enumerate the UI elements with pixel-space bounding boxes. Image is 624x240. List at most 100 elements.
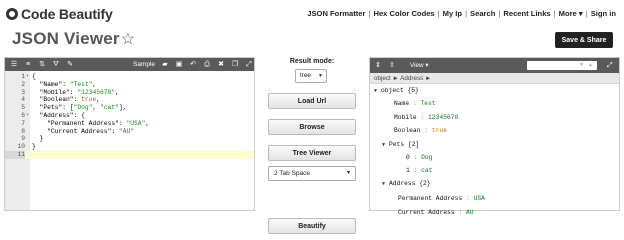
view-mode-dropdown[interactable]: View ▾ — [410, 61, 428, 70]
tree-field[interactable]: Boolean : true — [394, 127, 447, 134]
breadcrumb[interactable]: object ► Address ► — [370, 73, 619, 84]
code-line[interactable]: 8 "Current Address": "AU" — [5, 128, 254, 136]
filter-icon[interactable]: ⛛ — [52, 60, 60, 69]
tree-node[interactable]: ▼ object {5} — [374, 87, 419, 94]
copy-icon[interactable]: ❐ — [231, 60, 239, 69]
load-url-button[interactable]: Load Url — [268, 93, 356, 109]
collapse-all-icon[interactable]: ⇳ — [389, 61, 395, 70]
code-line[interactable]: 6 ▾ "Address": { — [5, 112, 254, 120]
logo-icon — [6, 8, 18, 20]
top-navbar: Code Beautify JSON Formatter | Hex Color … — [0, 0, 624, 28]
code-line[interactable]: 2 "Name": "Test", — [5, 81, 254, 89]
field-key: Current Address — [398, 209, 455, 216]
star-icon[interactable]: ☆ — [121, 29, 136, 49]
print-icon[interactable]: ⎙ — [203, 60, 211, 69]
field-colon: : — [409, 167, 422, 174]
tree-node[interactable]: ▼ Pets [2] — [382, 141, 419, 148]
search-next-icon[interactable]: ▼ — [579, 61, 584, 70]
code-line[interactable]: 10} — [5, 143, 254, 151]
tree-viewer-button[interactable]: Tree Viewer — [268, 145, 356, 161]
sample-link[interactable]: Sample — [133, 60, 155, 69]
expand-all-icon[interactable]: ⇕ — [375, 61, 381, 70]
fold-toggle-icon[interactable]: ▾ — [26, 112, 29, 120]
undo-icon[interactable]: ↶ — [189, 60, 197, 69]
code-line[interactable]: 11 — [5, 150, 254, 159]
search-prev-icon[interactable]: ▲ — [588, 61, 593, 70]
fullscreen-icon[interactable]: ⤢ — [607, 61, 613, 70]
code-text: { — [32, 73, 36, 80]
field-key: Name — [394, 100, 410, 107]
main-nav: JSON Formatter | Hex Color Codes | My Ip | … — [307, 9, 616, 18]
json-input-editor[interactable]: ☰ ≡ ⇅ ⛛ ✎ Sample ▰ ▣ ↶ ⎙ ✖ ❐ ⤢ 1 ▾{2 "Nam… — [4, 57, 255, 211]
field-key: Boolean — [394, 127, 421, 134]
field-value[interactable]: USA — [474, 195, 485, 202]
expand-caret-icon[interactable]: ▼ — [382, 142, 385, 148]
nav-json-formatter[interactable]: JSON Formatter — [307, 9, 365, 18]
delete-icon[interactable]: ✖ — [217, 60, 225, 69]
nav-my-ip[interactable]: My Ip — [443, 9, 462, 18]
tree-field[interactable]: Mobile : 12345678 — [394, 114, 458, 121]
sort-icon[interactable]: ⇅ — [38, 60, 46, 69]
nav-search[interactable]: Search — [470, 9, 495, 18]
code-line[interactable]: 4 "Boolean": true, — [5, 96, 254, 104]
save-share-button[interactable]: Save & Share — [555, 32, 613, 48]
code-line[interactable]: 1 ▾{ — [5, 73, 254, 81]
tree-viewer-panel: ⇕ ⇳ ⇅ ⛛ ↶ ↷ View ▾ ▼ ▲ ⤢ object ► Addres… — [369, 57, 620, 216]
tree-field[interactable]: Permanent Address : USA — [398, 195, 485, 202]
nav-sign-in[interactable]: Sign in — [591, 9, 616, 18]
tree-field[interactable]: Name : Test — [394, 100, 436, 107]
indent-icon[interactable]: ☰ — [10, 60, 18, 69]
code-line[interactable]: 3 "Mobile": "12345678", — [5, 89, 254, 97]
tree-field[interactable]: Current Address : AU — [398, 209, 474, 216]
controls-panel: Result mode: tree ▼ Load Url Browse Tree… — [265, 57, 359, 234]
field-value[interactable]: Dog — [421, 154, 432, 161]
nav-more[interactable]: More ▾ — [559, 9, 583, 18]
line-number: 8 — [21, 127, 25, 135]
nav-separator: | — [553, 9, 556, 18]
tree-field[interactable]: 1 : cat — [406, 167, 432, 174]
chevron-down-icon: ▼ — [318, 73, 323, 79]
fullscreen-icon[interactable]: ⤢ — [245, 60, 253, 69]
code-line[interactable]: 9 } — [5, 135, 254, 143]
field-value[interactable]: AU — [466, 209, 474, 216]
logo[interactable]: Code Beautify — [6, 6, 113, 22]
code-text: "Boolean": true, — [32, 96, 101, 104]
field-colon: : — [420, 127, 432, 134]
indent-select[interactable]: 2 Tab Space ▼ — [268, 166, 356, 181]
field-key: Mobile — [394, 114, 417, 121]
expand-caret-icon[interactable]: ▼ — [382, 181, 385, 187]
field-value[interactable]: true — [432, 127, 447, 134]
expand-caret-icon[interactable]: ▼ — [374, 88, 377, 94]
tree-search-input[interactable]: ▼ ▲ — [527, 61, 597, 70]
code-line[interactable]: 7 "Permanent Address": "USA", — [5, 120, 254, 128]
code-area[interactable]: 1 ▾{2 "Name": "Test", 3 "Mobile": "1234567… — [5, 73, 254, 159]
nav-separator: | — [585, 9, 588, 18]
line-number: 3 — [21, 88, 25, 96]
field-value[interactable]: 12345678 — [428, 114, 458, 121]
line-number: 2 — [21, 80, 25, 88]
code-line[interactable]: 5 "Pets": ["Dog", "cat"], — [5, 104, 254, 112]
page-title-row: JSON Viewer☆ — [12, 29, 135, 49]
line-number: 11 — [5, 150, 25, 159]
viewer-toolbar: ⇕ ⇳ ⇅ ⛛ ↶ ↷ View ▾ ▼ ▲ ⤢ — [370, 58, 619, 73]
save-icon[interactable]: ▣ — [175, 60, 183, 69]
browse-button[interactable]: Browse — [268, 119, 356, 135]
fold-toggle-icon[interactable]: ▾ — [26, 73, 29, 81]
indent-value: 2 Tab Space — [274, 170, 311, 177]
tree-field[interactable]: 0 : Dog — [406, 154, 432, 161]
code-text: "Mobile": "12345678", — [32, 88, 119, 96]
beautify-button[interactable]: Beautify — [268, 218, 356, 234]
repair-icon[interactable]: ✎ — [66, 60, 74, 69]
result-mode-select[interactable]: tree ▼ — [295, 69, 327, 83]
node-key: Address {2} — [389, 180, 431, 187]
nav-recent-links[interactable]: Recent Links — [503, 9, 550, 18]
nav-hex-color-codes[interactable]: Hex Color Codes — [373, 9, 434, 18]
open-folder-icon[interactable]: ▰ — [161, 60, 169, 69]
line-number: 4 — [21, 96, 25, 104]
tree-node[interactable]: ▼ Address {2} — [382, 180, 431, 187]
field-value[interactable]: cat — [421, 167, 432, 174]
field-value[interactable]: Test — [420, 100, 435, 107]
field-key: Permanent Address — [398, 195, 463, 202]
compact-icon[interactable]: ≡ — [24, 60, 32, 69]
field-colon: : — [454, 209, 467, 216]
